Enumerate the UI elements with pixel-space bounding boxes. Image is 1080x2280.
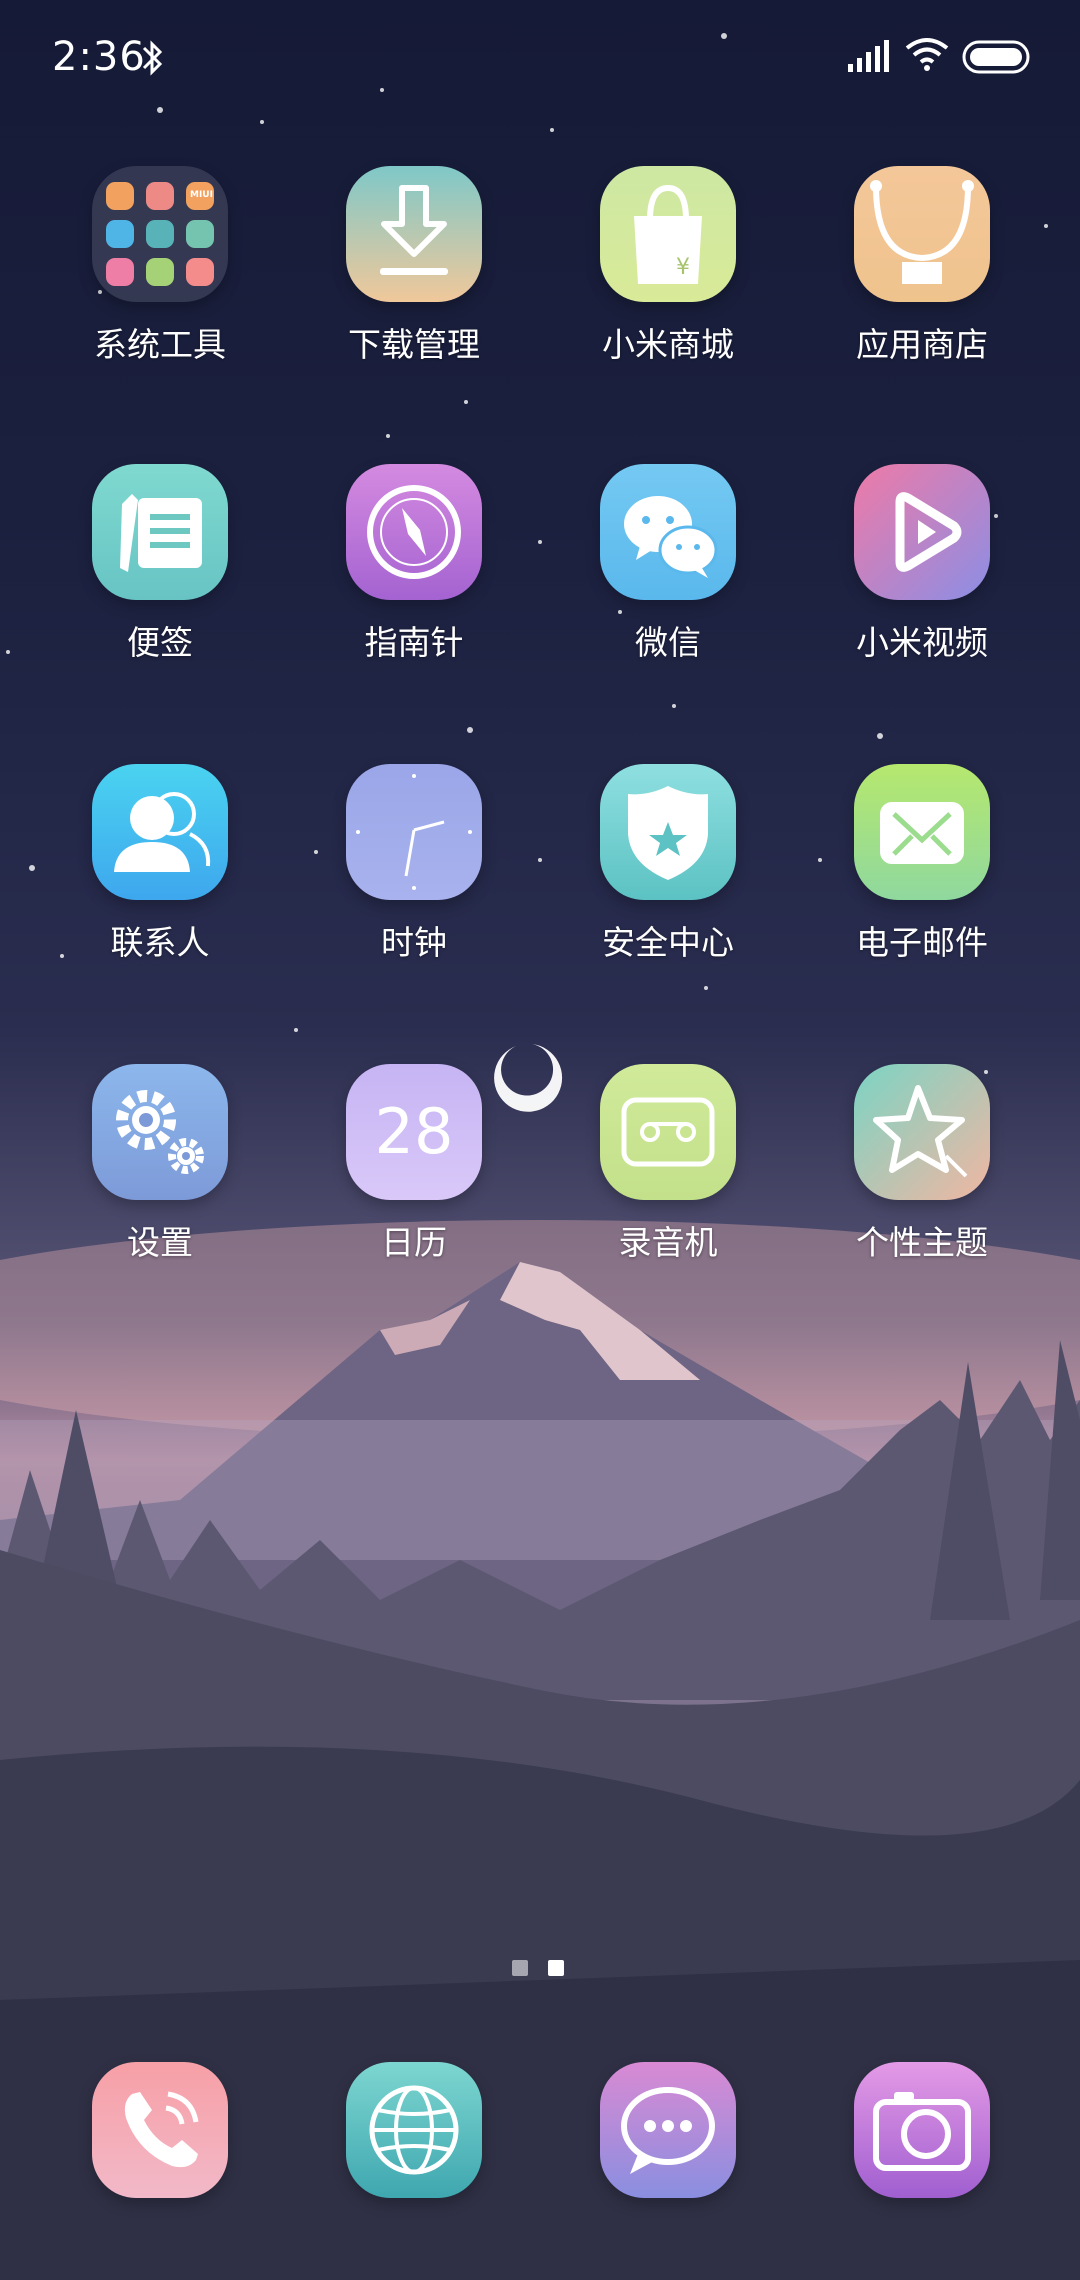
app-settings[interactable]: 设置 [60,1064,260,1264]
app-notes[interactable]: 便签 [60,464,260,664]
dock-phone[interactable] [60,2062,260,2198]
app-themes[interactable]: 个性主题 [822,1064,1022,1264]
app-mi-store[interactable]: ¥ 小米商城 [568,166,768,366]
app-label: 下载管理 [348,325,480,364]
mail-icon [854,764,990,900]
app-label: 小米视频 [856,623,988,662]
clock-icon [346,764,482,900]
app-label: 微信 [635,623,701,662]
app-label: 安全中心 [602,923,734,962]
video-icon [854,464,990,600]
app-download-manager[interactable]: 下载管理 [314,166,514,366]
app-label: 录音机 [618,1223,718,1262]
wifi-icon [905,38,949,71]
app-store-icon [854,166,990,302]
app-recorder[interactable]: 录音机 [568,1064,768,1264]
app-label: 小米商城 [602,325,734,364]
app-app-store[interactable]: 应用商店 [822,166,1022,366]
app-email[interactable]: 电子邮件 [822,764,1022,964]
app-label: 系统工具 [94,325,226,364]
phone-icon [92,2062,228,2198]
bluetooth-icon [142,40,163,76]
svg-text:¥: ¥ [676,255,690,280]
camera-icon [854,2062,990,2198]
status-time: 2:36 [52,34,146,80]
status-bar: 2:36 [0,0,1080,120]
messages-icon [600,2062,736,2198]
dock-camera[interactable] [822,2062,1022,2198]
app-security-center[interactable]: 安全中心 [568,764,768,964]
app-label: 个性主题 [856,1223,988,1262]
app-system-tools[interactable]: MIUI 系统工具 [60,166,260,366]
wechat-icon [600,464,736,600]
settings-icon [92,1064,228,1200]
calendar-date: 28 [374,1095,454,1168]
app-label: 设置 [127,1223,193,1262]
folder-icon: MIUI [92,166,228,302]
page-dot-current[interactable] [548,1960,564,1976]
app-clock[interactable]: 时钟 [314,764,514,964]
dock-browser[interactable] [314,2062,514,2198]
dock-messages[interactable] [568,2062,768,2198]
battery-icon [962,40,1030,74]
app-label: 应用商店 [856,325,988,364]
app-wechat[interactable]: 微信 [568,464,768,664]
app-label: 日历 [381,1223,447,1262]
app-compass[interactable]: 指南针 [314,464,514,664]
page-dot[interactable] [512,1960,528,1976]
shopping-bag-icon: ¥ [600,166,736,302]
notes-icon [92,464,228,600]
contacts-icon [92,764,228,900]
app-label: 时钟 [381,923,447,962]
app-contacts[interactable]: 联系人 [60,764,260,964]
recorder-icon [600,1064,736,1200]
calendar-icon: 28 [346,1064,482,1200]
browser-icon [346,2062,482,2198]
compass-icon [346,464,482,600]
app-mi-video[interactable]: 小米视频 [822,464,1022,664]
app-label: 联系人 [110,923,210,962]
app-label: 指南针 [364,623,464,662]
download-icon [346,166,482,302]
signal-icon [848,40,889,72]
page-indicator [512,1960,572,1980]
themes-icon [854,1064,990,1200]
security-icon [600,764,736,900]
folder-mini-label: MIUI [190,190,213,200]
app-label: 便签 [127,623,193,662]
app-label: 电子邮件 [856,923,988,962]
app-calendar[interactable]: 28 日历 [314,1064,514,1264]
